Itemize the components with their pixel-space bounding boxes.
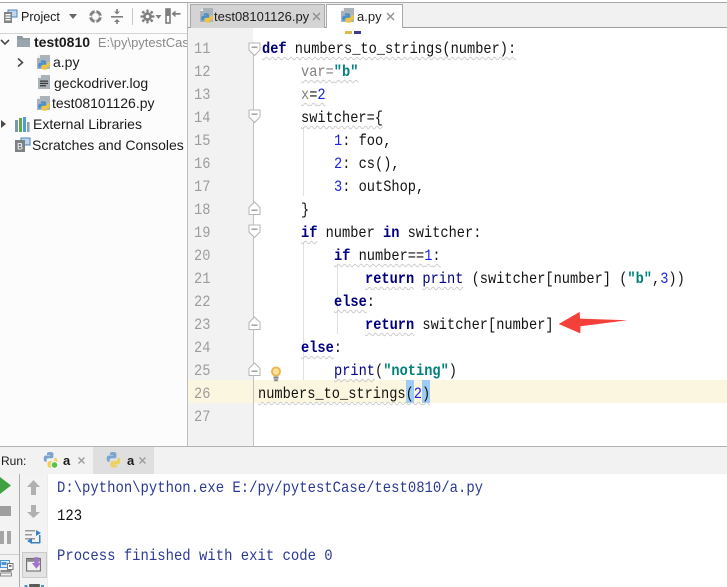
svg-text:B: B <box>17 142 23 152</box>
